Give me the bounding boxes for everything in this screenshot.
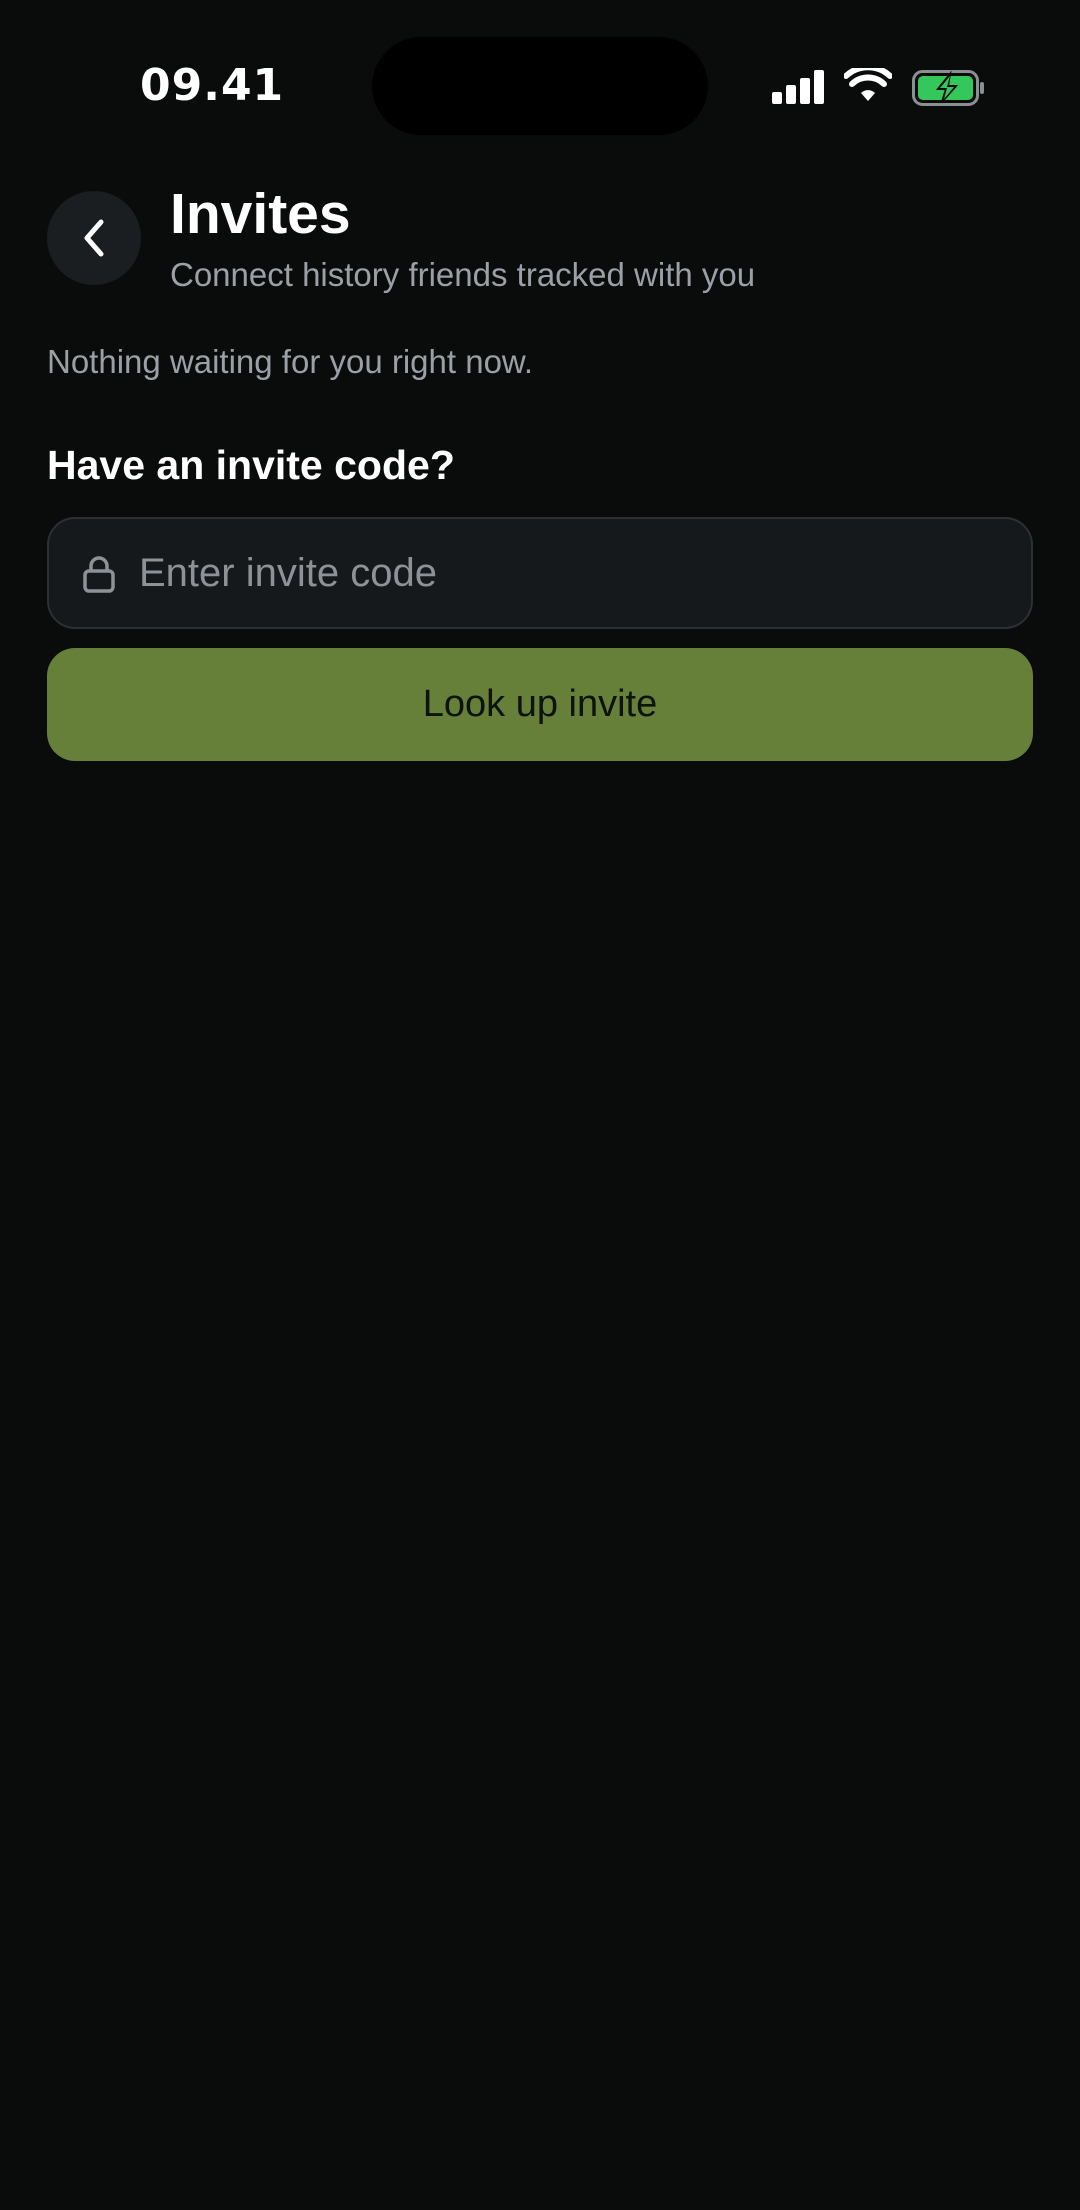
status-time: 09.41 [140, 60, 285, 111]
empty-invites-message: Nothing waiting for you right now. [47, 343, 534, 380]
invite-code-heading: Have an invite code? [47, 442, 455, 488]
back-button[interactable] [47, 191, 141, 285]
wifi-icon [844, 68, 892, 101]
invite-code-field[interactable] [47, 517, 1033, 629]
signal-icon [772, 70, 824, 104]
invite-code-input[interactable] [139, 519, 999, 627]
dynamic-island [372, 37, 708, 135]
chevron-left-icon [84, 219, 104, 257]
page-subtitle: Connect history friends tracked with you [170, 256, 756, 293]
battery-charging-icon [912, 70, 984, 106]
lock-icon [83, 556, 115, 593]
status-icons [772, 68, 992, 108]
look-up-invite-button[interactable]: Look up invite [47, 648, 1033, 761]
page-title: Invites [170, 182, 351, 246]
look-up-invite-label: Look up invite [422, 683, 658, 725]
status-bar: 09.41 [0, 0, 1080, 170]
